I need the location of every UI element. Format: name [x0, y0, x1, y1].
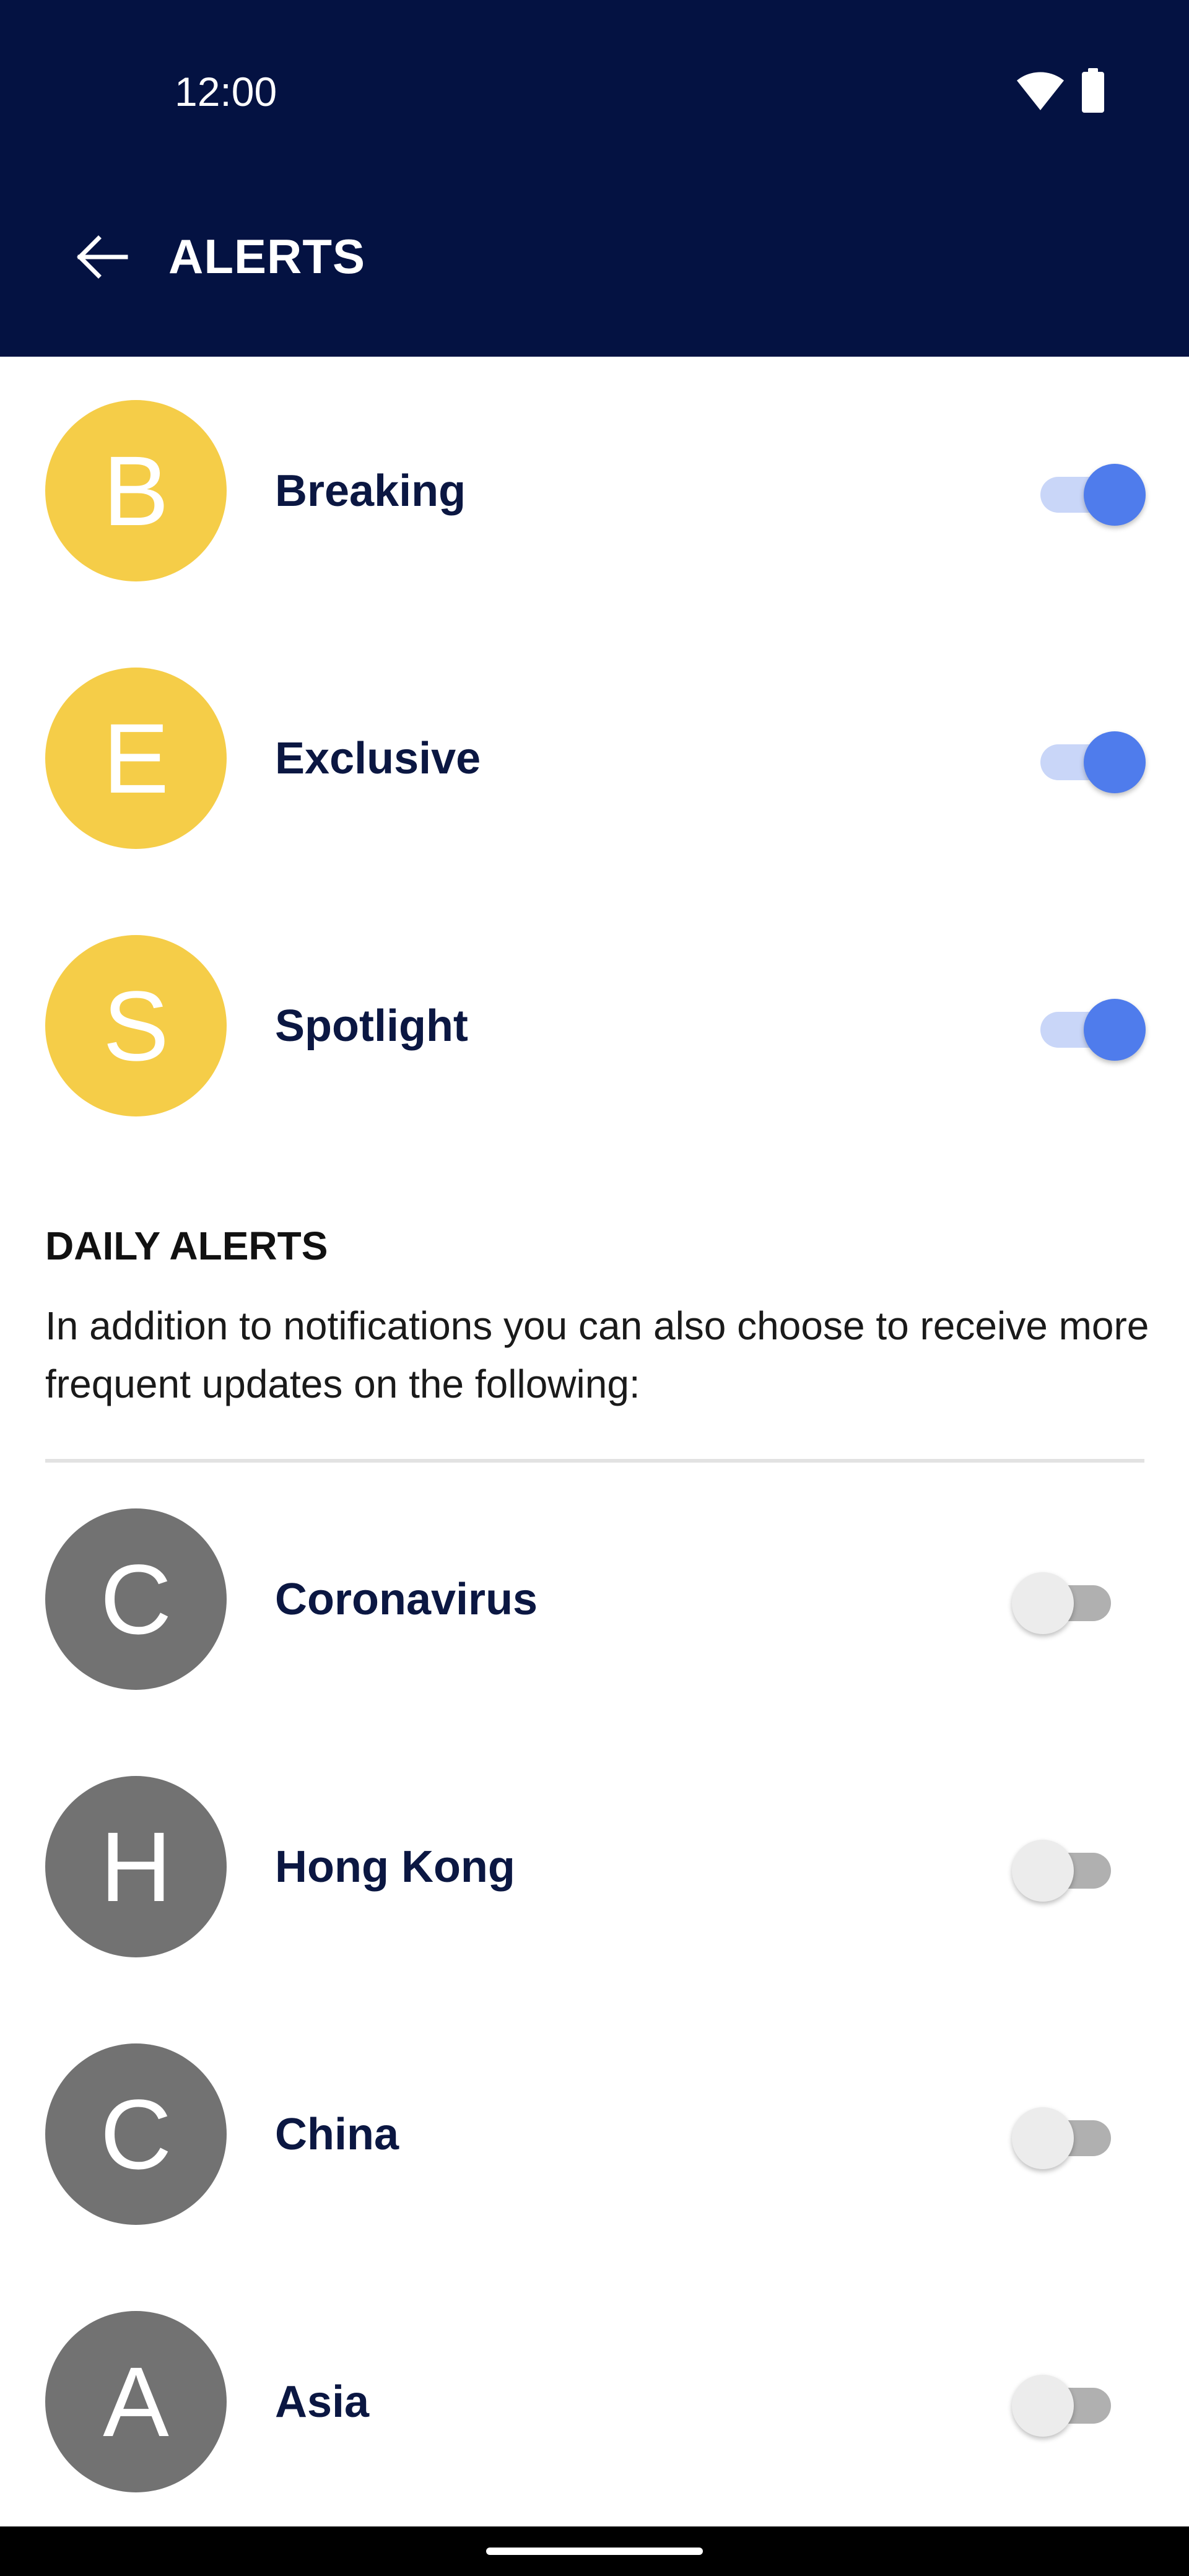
- alert-row-spotlight: S Spotlight: [0, 904, 1189, 1152]
- arrow-left-icon: [77, 235, 128, 279]
- toggle-thumb: [1084, 731, 1146, 793]
- app-bar: ALERTS: [0, 180, 1189, 357]
- avatar: B: [45, 400, 227, 581]
- coronavirus-toggle[interactable]: [1012, 1564, 1117, 1634]
- status-time: 12:00: [175, 69, 277, 115]
- toggle-thumb: [1084, 464, 1146, 526]
- china-toggle[interactable]: [1012, 2099, 1117, 2169]
- avatar: H: [45, 1776, 227, 1957]
- daily-row-china: C China: [0, 2012, 1189, 2260]
- alert-row-exclusive: E Exclusive: [0, 637, 1189, 884]
- back-button[interactable]: [62, 217, 142, 297]
- asia-toggle[interactable]: [1012, 2367, 1117, 2437]
- daily-label: Hong Kong: [275, 1842, 515, 1892]
- daily-row-hong-kong: H Hong Kong: [0, 1745, 1189, 1993]
- daily-row-coronavirus: C Coronavirus: [0, 1477, 1189, 1725]
- battery-icon: [1082, 68, 1104, 113]
- breaking-toggle[interactable]: [1034, 456, 1146, 526]
- navigation-bar: [0, 2526, 1189, 2576]
- home-indicator[interactable]: [486, 2548, 703, 2555]
- spotlight-toggle[interactable]: [1034, 991, 1146, 1061]
- toggle-thumb: [1084, 999, 1146, 1061]
- alert-label: Breaking: [275, 466, 466, 516]
- avatar: S: [45, 935, 227, 1116]
- exclusive-toggle[interactable]: [1034, 723, 1146, 793]
- wifi-icon: [1017, 72, 1064, 110]
- divider: [45, 1459, 1144, 1463]
- daily-label: Asia: [275, 2377, 370, 2427]
- avatar: C: [45, 2043, 227, 2225]
- alert-row-breaking: B Breaking: [0, 369, 1189, 617]
- toggle-thumb: [1012, 1840, 1074, 1902]
- section-description: In addition to notifications you can als…: [45, 1303, 1149, 1406]
- toggle-thumb: [1012, 2375, 1074, 2437]
- avatar: C: [45, 1508, 227, 1690]
- alert-label: Exclusive: [275, 734, 481, 783]
- alert-label: Spotlight: [275, 1001, 468, 1051]
- avatar: A: [45, 2311, 227, 2492]
- page-title: ALERTS: [168, 229, 365, 284]
- daily-label: Coronavirus: [275, 1575, 538, 1624]
- toggle-thumb: [1012, 1572, 1074, 1634]
- toggle-thumb: [1012, 2107, 1074, 2169]
- daily-label: China: [275, 2110, 399, 2159]
- hong-kong-toggle[interactable]: [1012, 1832, 1117, 1902]
- status-bar: 12:00: [0, 0, 1189, 180]
- section-title: DAILY ALERTS: [45, 1224, 328, 1268]
- daily-row-asia: A Asia: [0, 2280, 1189, 2528]
- avatar: E: [45, 668, 227, 849]
